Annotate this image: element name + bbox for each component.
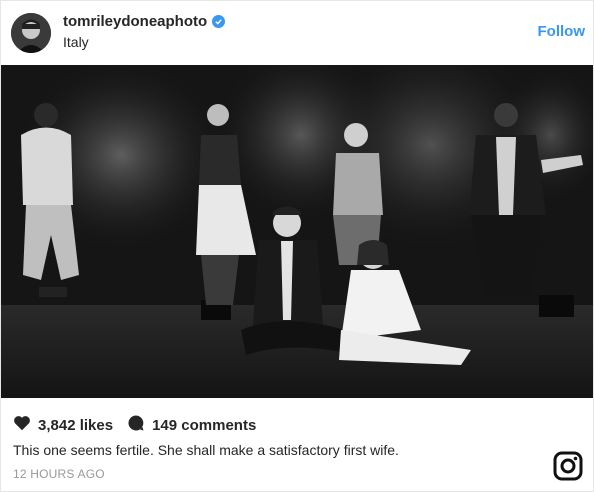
stats-row: 3,842 likes 149 comments <box>13 414 270 436</box>
likes-stat[interactable]: 3,842 likes <box>13 415 113 435</box>
post-caption: This one seems fertile. She shall make a… <box>13 442 399 458</box>
follow-button[interactable]: Follow <box>538 23 586 40</box>
username-row: tomrileydoneaphoto <box>63 13 226 30</box>
instagram-post: tomrileydoneaphoto Italy Follow 3,842 li… <box>0 0 594 492</box>
post-photo[interactable] <box>1 65 593 398</box>
post-header: tomrileydoneaphoto Italy Follow <box>1 1 593 65</box>
username-link[interactable]: tomrileydoneaphoto <box>63 13 207 30</box>
comments-stat[interactable]: 149 comments <box>127 414 256 436</box>
heart-icon[interactable] <box>13 415 31 435</box>
comment-icon[interactable] <box>127 414 145 436</box>
instagram-logo-icon[interactable] <box>553 451 583 481</box>
location-link[interactable]: Italy <box>63 34 225 50</box>
avatar[interactable] <box>11 13 51 53</box>
user-block: tomrileydoneaphoto Italy <box>63 13 226 50</box>
post-timestamp[interactable]: 12 HOURS AGO <box>13 467 105 481</box>
verified-badge-icon <box>212 15 226 28</box>
comments-count: 149 comments <box>152 416 257 434</box>
likes-count: 3,842 likes <box>38 416 114 434</box>
post-footer: 3,842 likes 149 comments This one seems … <box>1 398 593 491</box>
